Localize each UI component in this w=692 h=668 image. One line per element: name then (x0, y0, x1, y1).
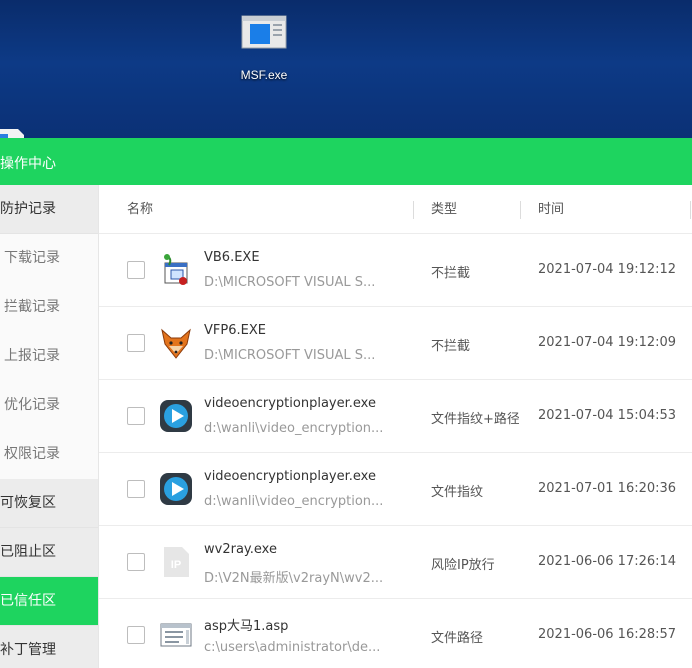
app-path: D:\MICROSOFT VISUAL S... (204, 348, 376, 363)
sidebar-item-label: 已信任区 (0, 593, 56, 609)
sidebar-item-label: 补丁管理 (0, 642, 56, 658)
app-name: wv2ray.exe (204, 542, 277, 557)
timestamp: 2021-07-04 19:12:12 (538, 262, 677, 277)
desktop-background: MSF.exe (0, 0, 692, 142)
timestamp: 2021-07-04 15:04:53 (538, 408, 677, 423)
app-name: videoencryptionplayer.exe (204, 396, 376, 411)
ip-icon: IP (159, 545, 193, 579)
trusted-list-panel: 名称 类型 时间 VB6.EXE D:\MICROSOFT VISUAL S..… (99, 185, 692, 668)
svg-text:IP: IP (171, 559, 181, 571)
app-path: c:\users\administrator\de... (204, 640, 381, 655)
rule-type: 文件指纹 (431, 485, 484, 500)
sidebar-item-recoverable[interactable]: 可恢复区 (0, 479, 98, 528)
timestamp: 2021-06-06 17:26:14 (538, 554, 677, 569)
row-checkbox[interactable] (127, 334, 145, 352)
row-checkbox[interactable] (127, 407, 145, 425)
sidebar-item-label: 权限记录 (4, 446, 60, 462)
sidebar-item-label: 拦截记录 (4, 299, 60, 315)
column-header-type[interactable]: 类型 (431, 185, 457, 234)
title-bar[interactable]: 操作中心 (0, 138, 692, 185)
window-title: 操作中心 (0, 156, 56, 172)
sidebar-item-report-records[interactable]: 上报记录 (0, 332, 98, 381)
vfp6-fox-icon (159, 326, 193, 360)
app-path: d:\wanli\video_encryption... (204, 494, 384, 509)
column-header-time[interactable]: 时间 (538, 185, 564, 234)
row-checkbox[interactable] (127, 261, 145, 279)
sidebar-item-optimize-records[interactable]: 优化记录 (0, 381, 98, 430)
sidebar-item-blocked[interactable]: 已阻止区 (0, 528, 98, 577)
row-checkbox[interactable] (127, 553, 145, 571)
table-row[interactable]: asp大马1.asp c:\users\administrator\de... … (99, 599, 692, 668)
app-path: D:\V2N最新版\v2rayN\wv2... (204, 571, 384, 586)
app-name: asp大马1.asp (204, 619, 289, 634)
rule-type: 不拦截 (431, 266, 471, 281)
table-header: 名称 类型 时间 (99, 185, 692, 234)
app-path: d:\wanli\video_encryption... (204, 421, 384, 436)
desktop-shortcut-msf[interactable]: MSF.exe (232, 12, 296, 82)
video-player-icon (159, 399, 193, 433)
row-checkbox[interactable] (127, 480, 145, 498)
rule-type: 不拦截 (431, 339, 471, 354)
table-row[interactable]: VFP6.EXE D:\MICROSOFT VISUAL S... 不拦截 20… (99, 307, 692, 380)
timestamp: 2021-07-04 19:12:09 (538, 335, 677, 350)
document-icon (159, 618, 193, 652)
video-player-icon (159, 472, 193, 506)
vb6-icon (159, 253, 193, 287)
column-header-name[interactable]: 名称 (127, 185, 153, 234)
desktop-shortcut-label: MSF.exe (240, 68, 288, 82)
sidebar-item-protection-records[interactable]: 防护记录 (0, 185, 98, 234)
table-row[interactable]: videoencryptionplayer.exe d:\wanli\video… (99, 380, 692, 453)
app-name: videoencryptionplayer.exe (204, 469, 376, 484)
row-checkbox[interactable] (127, 626, 145, 644)
sidebar-item-patch-management[interactable]: 补丁管理 (0, 626, 98, 668)
sidebar-item-label: 防护记录 (0, 201, 56, 217)
table-row[interactable]: IP wv2ray.exe D:\V2N最新版\v2rayN\wv2... 风险… (99, 526, 692, 599)
table-row[interactable]: VB6.EXE D:\MICROSOFT VISUAL S... 不拦截 202… (99, 234, 692, 307)
column-divider[interactable] (690, 201, 691, 219)
rule-type: 风险IP放行 (431, 558, 495, 573)
timestamp: 2021-07-01 16:20:36 (538, 481, 677, 496)
sidebar-item-label: 下载记录 (4, 250, 60, 266)
sidebar-item-permission-records[interactable]: 权限记录 (0, 430, 98, 479)
sidebar-item-block-records[interactable]: 拦截记录 (0, 283, 98, 332)
sidebar-item-label: 已阻止区 (0, 544, 56, 560)
column-divider[interactable] (520, 201, 521, 219)
sidebar-item-download-records[interactable]: 下载记录 (0, 234, 98, 283)
sidebar: 防护记录 下载记录 拦截记录 上报记录 优化记录 权限记录 可恢复区 已阻止区 … (0, 185, 99, 668)
rule-type: 文件路径 (431, 631, 484, 646)
timestamp: 2021-06-06 16:28:57 (538, 627, 677, 642)
operation-center-window: 操作中心 防护记录 下载记录 拦截记录 上报记录 优化记录 权限记录 可恢复区 … (0, 138, 692, 668)
exe-window-icon (240, 12, 288, 52)
sidebar-item-label: 优化记录 (4, 397, 60, 413)
table-row[interactable]: videoencryptionplayer.exe d:\wanli\video… (99, 453, 692, 526)
app-path: D:\MICROSOFT VISUAL S... (204, 275, 376, 290)
sidebar-item-trusted[interactable]: 已信任区 (0, 577, 98, 626)
app-name: VB6.EXE (204, 250, 260, 265)
sidebar-item-label: 可恢复区 (0, 495, 56, 511)
rule-type: 文件指纹+路径 (431, 412, 519, 427)
app-name: VFP6.EXE (204, 323, 266, 338)
sidebar-item-label: 上报记录 (4, 348, 60, 364)
column-divider[interactable] (413, 201, 414, 219)
